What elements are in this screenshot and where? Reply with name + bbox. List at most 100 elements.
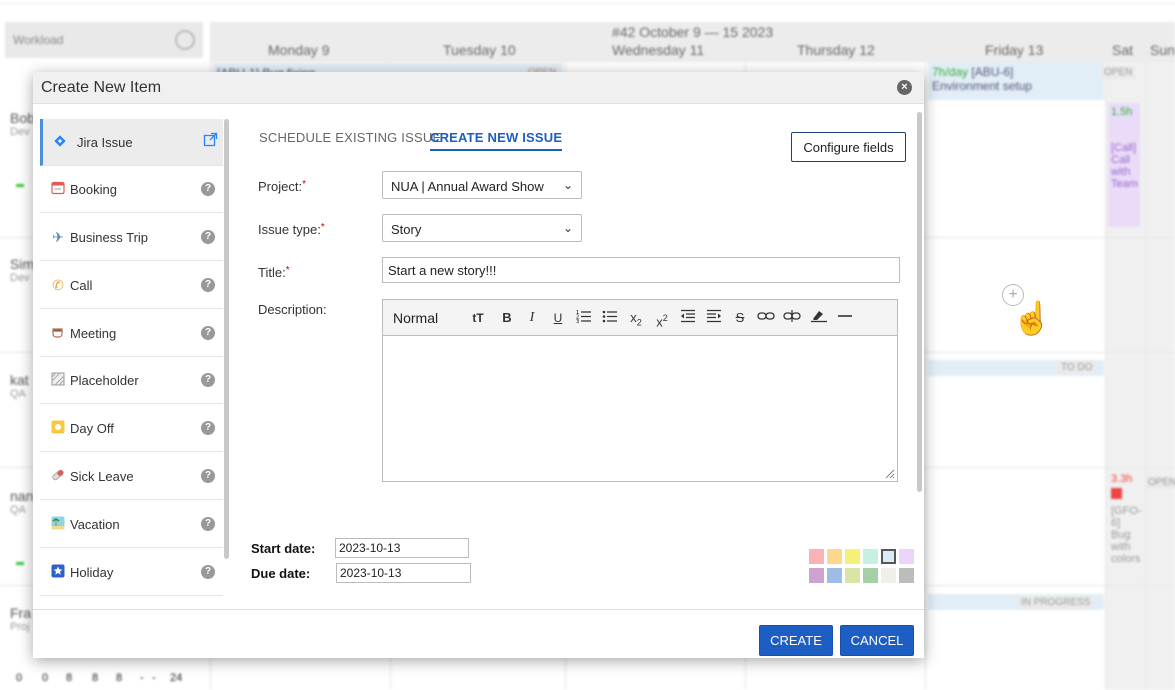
day-header-sunday: Sun [1150,42,1175,58]
workload-value: - [152,672,156,684]
description-editor[interactable]: Normal tT B I U 123 x2 x2 S [382,299,898,482]
close-icon[interactable]: × [897,80,912,95]
tab-create-new[interactable]: CREATE NEW ISSUE [430,130,563,151]
color-swatch[interactable] [863,549,878,564]
bullet-list-icon[interactable] [601,309,619,327]
sidebar-item-jira-issue[interactable]: Jira Issue [40,119,223,166]
project-select[interactable]: NUA | Annual Award Show ⌄ [382,171,582,199]
sidebar-item-label: Vacation [70,517,120,532]
link-icon[interactable] [757,309,775,327]
sidebar-item-sick-leave[interactable]: Sick Leave ? [40,453,223,500]
sidebar-item-meeting[interactable]: Meeting ? [40,310,223,357]
color-swatch[interactable] [827,549,842,564]
color-swatch[interactable] [863,568,878,583]
subscript-icon[interactable]: x2 [627,309,645,328]
color-swatch[interactable] [809,568,824,583]
status-badge: OPEN [1101,66,1136,79]
indent-icon[interactable] [705,309,723,327]
help-icon[interactable]: ? [201,230,215,244]
horizontal-rule-icon[interactable] [836,309,854,327]
sidebar-item-label: Placeholder [70,373,139,388]
color-swatch[interactable] [845,549,860,564]
create-item-dialog: Create New Item × Jira Issue Booking ? ✈… [33,72,924,658]
coffee-icon [50,325,66,341]
dialog-scrollbar[interactable] [917,112,922,492]
hand-cursor-icon: ☝ [1012,300,1052,336]
column-divider [1105,62,1106,690]
external-link-icon[interactable] [203,132,218,147]
color-swatch[interactable] [881,549,896,564]
help-icon[interactable]: ? [201,373,215,387]
sidebar-item-label: Call [70,278,93,293]
unlink-icon[interactable] [783,309,801,327]
help-icon[interactable]: ? [201,278,215,292]
title-label: Title:* [258,265,290,280]
user-row: Bob Dev [10,110,35,138]
strikethrough-icon[interactable]: S [731,309,749,327]
event-block[interactable]: 3.3h [GFO-6] Bug with colors [1108,470,1142,590]
column-divider [925,62,926,690]
clear-format-icon[interactable] [810,309,828,327]
editor-toolbar: Normal tT B I U 123 x2 x2 S [383,300,897,336]
sidebar-item-placeholder[interactable]: Placeholder ? [40,357,223,404]
help-icon[interactable]: ? [201,517,215,531]
color-swatch[interactable] [899,549,914,564]
outdent-icon[interactable] [679,309,697,327]
workload-label: Workload [13,33,64,47]
color-swatch[interactable] [845,568,860,583]
ordered-list-icon[interactable]: 123 [575,309,593,327]
title-input[interactable] [382,257,900,283]
user-row: kat QA [10,372,29,400]
user-row: Sim Dev [10,256,35,284]
help-icon[interactable]: ? [201,469,215,483]
configure-fields-button[interactable]: Configure fields [791,132,906,162]
workload-bar [16,184,24,187]
sidebar-item-business-trip[interactable]: ✈ Business Trip ? [40,214,223,261]
issue-type-select[interactable]: Story ⌄ [382,214,582,242]
column-divider [1145,62,1146,690]
description-label: Description: [258,302,327,317]
underline-icon[interactable]: U [549,309,567,327]
color-swatch[interactable] [899,568,914,583]
format-select[interactable]: Normal [393,310,438,326]
tab-schedule-existing[interactable]: SCHEDULE EXISTING ISSUE [259,130,441,145]
chevron-down-icon: ⌄ [562,178,573,192]
start-date-input[interactable] [335,538,469,558]
sidebar-scrollbar[interactable] [224,119,229,559]
help-icon[interactable]: ? [201,326,215,340]
workload-value: 8 [92,672,99,684]
create-button[interactable]: CREATE [759,625,833,656]
help-icon[interactable]: ? [201,421,215,435]
sidebar-item-vacation[interactable]: Vacation ? [40,501,223,548]
help-icon[interactable]: ? [201,182,215,196]
sidebar-item-label: Sick Leave [70,469,134,484]
sidebar-item-call[interactable]: ✆ Call ? [40,262,223,309]
sun-icon [50,420,66,436]
due-date-input[interactable] [336,563,471,583]
workload-header: Workload [5,22,203,58]
color-swatch[interactable] [881,568,896,583]
sidebar-item-booking[interactable]: Booking ? [40,166,223,213]
italic-icon[interactable]: I [523,309,541,327]
workload-value: 0 [42,672,49,684]
resize-handle-icon[interactable] [883,467,895,479]
phone-icon: ✆ [52,277,64,293]
gear-icon[interactable] [175,30,195,50]
event-block[interactable]: 1.5h [Call] Call with Team [1108,103,1140,227]
superscript-icon[interactable]: x2 [653,309,671,329]
event-block[interactable]: 7h/day [ABU-6] Environment setup [928,62,1104,100]
help-icon[interactable]: ? [201,565,215,579]
text-size-icon[interactable]: tT [469,309,487,327]
sidebar-item-day-off[interactable]: Day Off ? [40,405,223,452]
workload-value: 8 [66,672,73,684]
svg-text:3: 3 [576,319,579,323]
color-swatch[interactable] [809,549,824,564]
sidebar-item-holiday[interactable]: Holiday ? [40,549,223,596]
color-swatch[interactable] [827,568,842,583]
due-date-label: Due date: [251,566,311,581]
sidebar-item-label: Meeting [70,326,117,341]
cancel-button[interactable]: CANCEL [840,625,914,656]
bold-icon[interactable]: B [498,309,516,327]
top-border [0,0,1175,4]
day-header-monday: Monday 9 [268,42,330,58]
